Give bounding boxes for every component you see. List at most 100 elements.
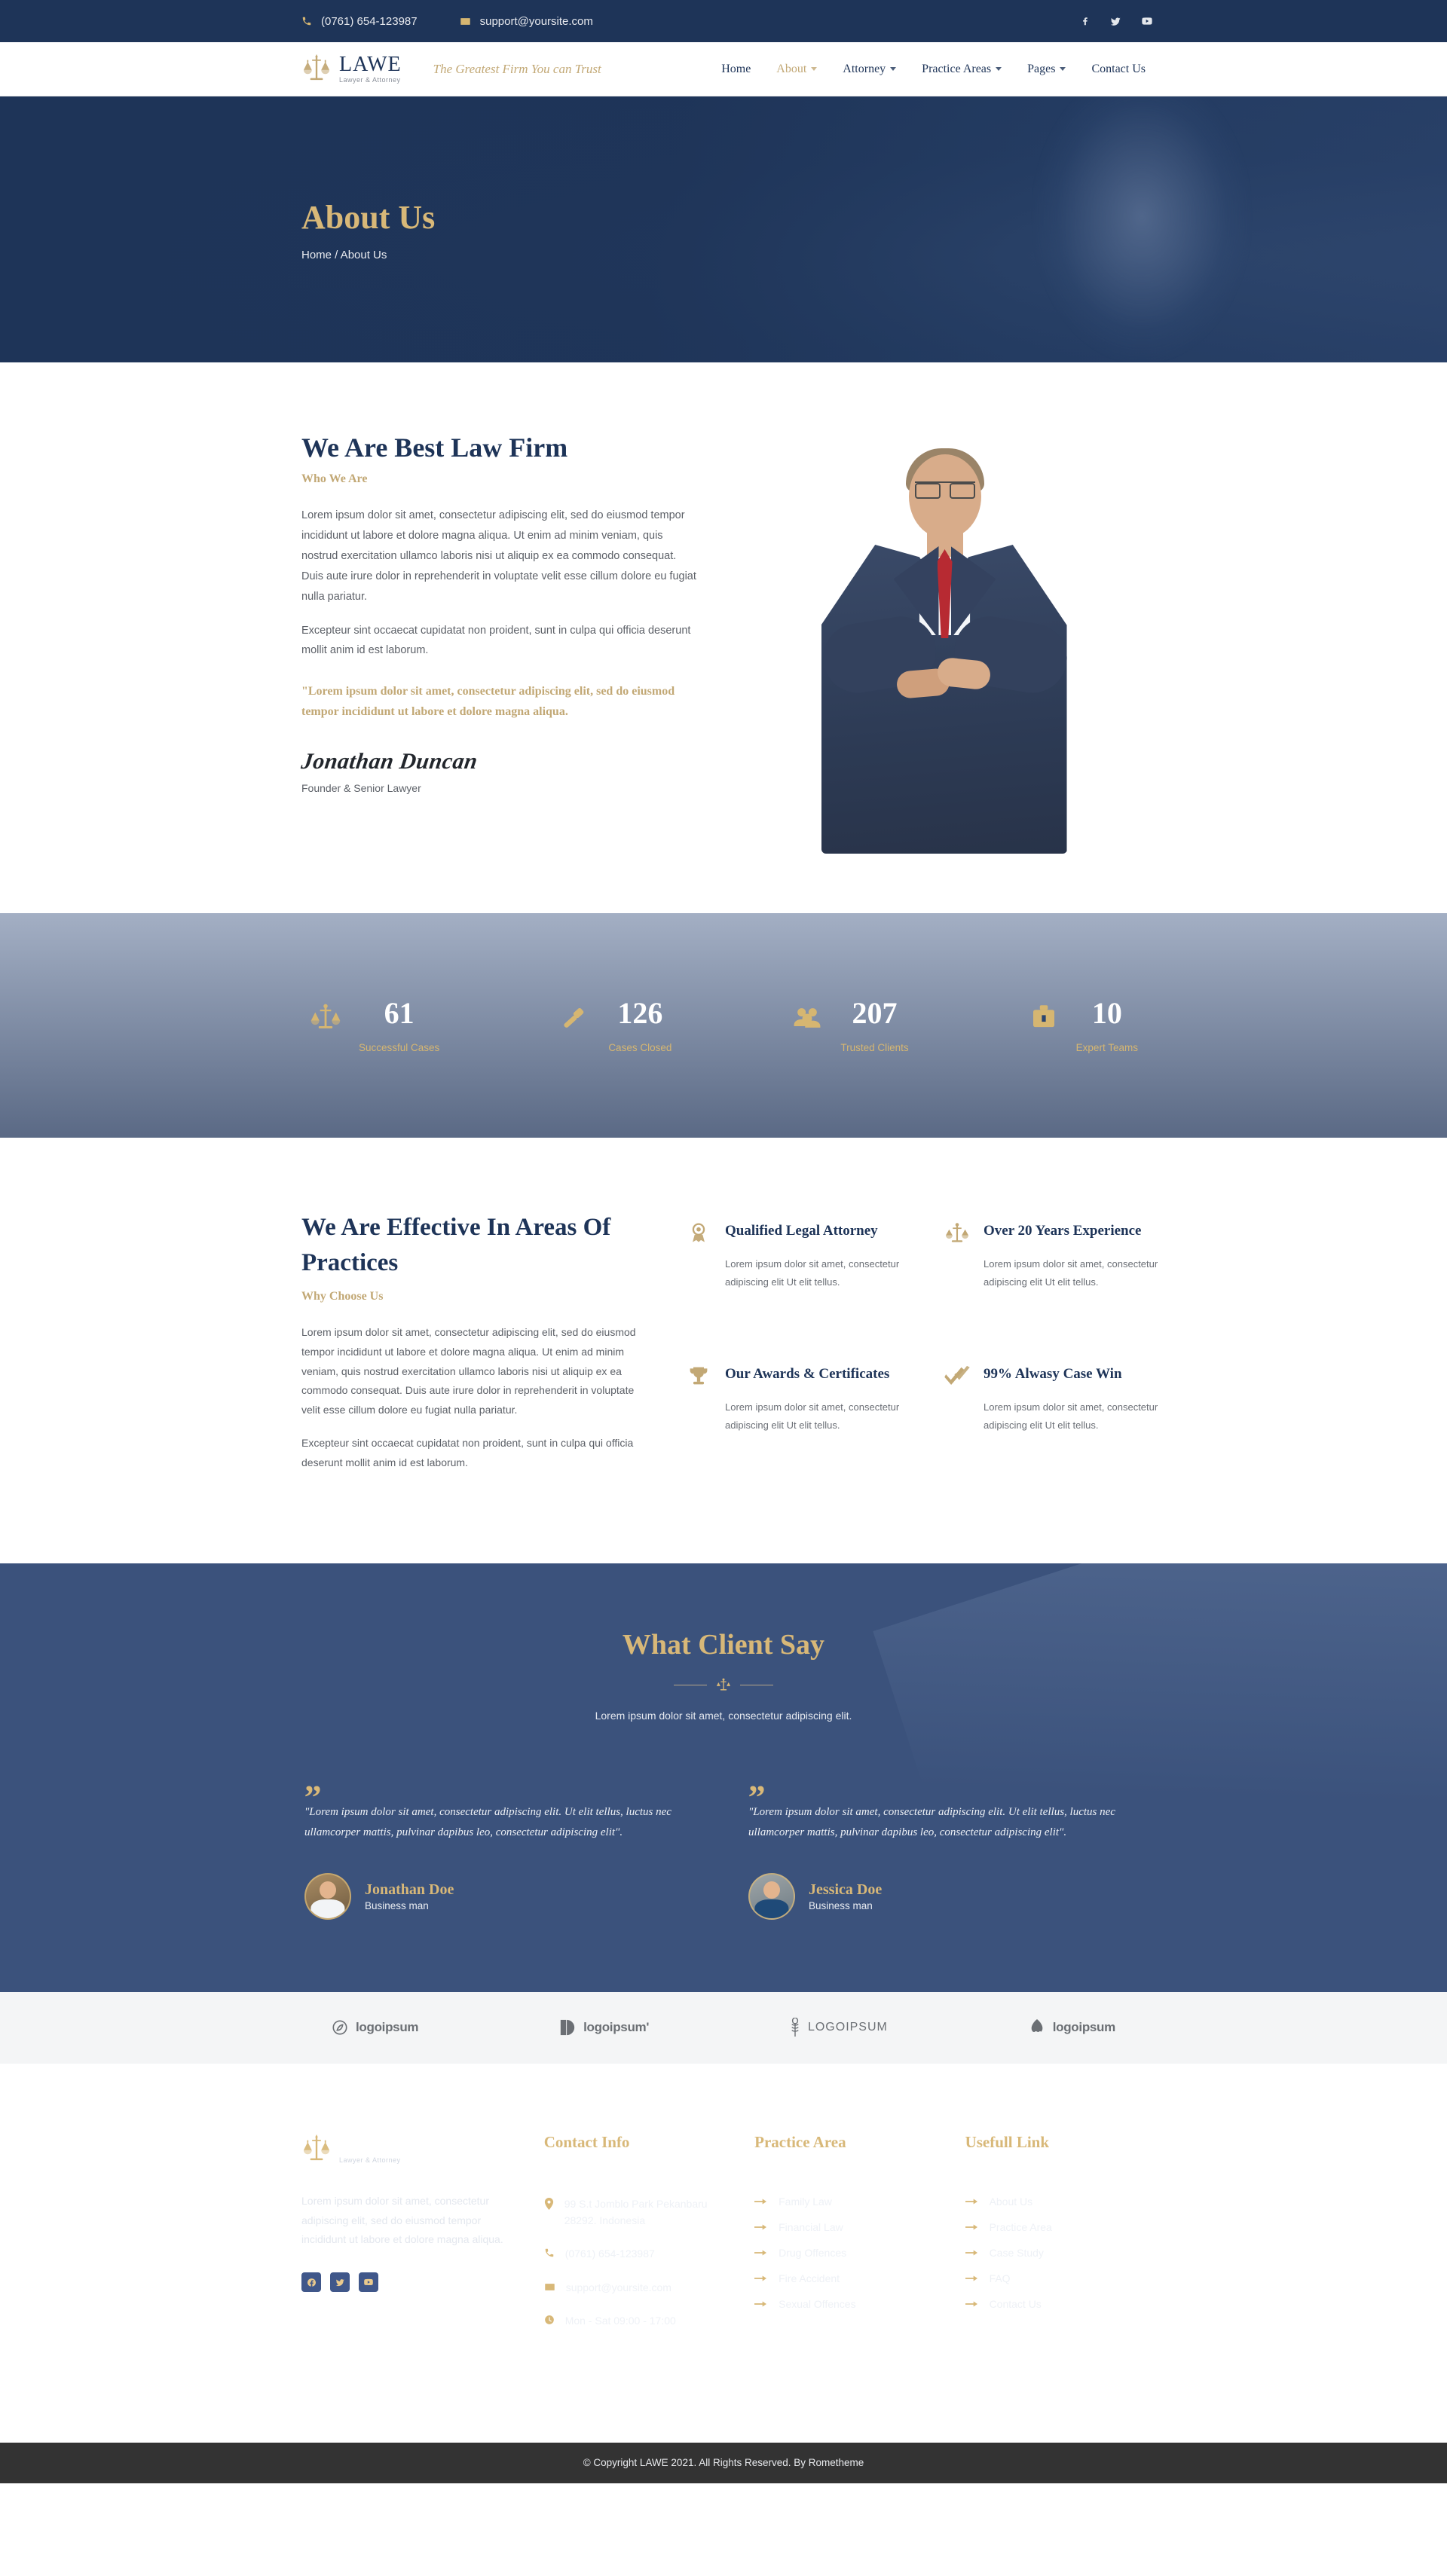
footer-useful-link-column: Usefull Link About Us Practice Area Case…	[965, 2133, 1146, 2330]
client-logo-label: logoipsum	[1052, 2020, 1116, 2035]
youtube-icon	[1142, 17, 1152, 25]
site-logo[interactable]: LAWE Lawyer & Attorney	[301, 53, 402, 86]
nav-label: About	[776, 62, 807, 75]
arrow-right-icon	[754, 2224, 767, 2230]
feature-qualified-legal-attorney: Qualified Legal Attorney Lorem ipsum dol…	[686, 1221, 902, 1329]
youtube-link[interactable]	[1141, 15, 1153, 27]
stat-expert-teams: 10 Expert Teams	[1028, 998, 1138, 1053]
phone-icon	[302, 17, 311, 26]
stat-cases-closed: 126 Cases Closed	[558, 998, 671, 1053]
about-heading: We Are Best Law Firm	[301, 432, 568, 463]
footer-facebook-link[interactable]	[301, 2272, 321, 2293]
client-logo-label: logoipsum	[356, 2020, 419, 2035]
footer-useful-link-about-us[interactable]: About Us	[965, 2196, 1146, 2208]
testimonial-quote: "Lorem ipsum dolor sit amet, consectetur…	[748, 1806, 1115, 1838]
footer-logo[interactable]: LAWE Lawyer & Attorney	[301, 2133, 514, 2166]
link-label: Contact Us	[989, 2297, 1042, 2310]
split-circle-icon	[560, 2020, 575, 2036]
about-pullquote: "Lorem ipsum dolor sit amet, consectetur…	[301, 685, 675, 718]
link-label: About Us	[989, 2195, 1033, 2208]
feature-text: Lorem ipsum dolor sit amet, consectetur …	[725, 1257, 900, 1288]
footer-practice-link-fire-accident[interactable]: Fire Accident	[754, 2272, 935, 2284]
nav-item-about[interactable]: About	[776, 62, 818, 76]
arrow-right-icon	[965, 2199, 977, 2205]
scales-logo-icon	[301, 53, 332, 86]
clock-icon	[544, 2315, 554, 2325]
testimonial-name: Jonathan Doe	[365, 1881, 454, 1898]
link-label: Case Study	[989, 2246, 1044, 2259]
scales-icon	[946, 1223, 968, 1242]
topbar-phone[interactable]: (0761) 654-123987	[301, 15, 418, 28]
twitter-icon	[1110, 17, 1121, 26]
footer-useful-title: Usefull Link	[965, 2132, 1050, 2151]
footer-useful-link-contact-us[interactable]: Contact Us	[965, 2298, 1146, 2310]
arrow-right-icon	[754, 2301, 767, 2307]
nav-item-pages[interactable]: Pages	[1027, 63, 1066, 76]
footer-practice-link-financial-law[interactable]: Financial Law	[754, 2221, 935, 2233]
footer-practice-link-sexual-offences[interactable]: Sexual Offences	[754, 2298, 935, 2310]
copyright-text: © Copyright LAWE 2021. All Rights Reserv…	[583, 2457, 864, 2469]
nav-label: Contact Us	[1091, 62, 1146, 75]
footer-practice-link-drug-offences[interactable]: Drug Offences	[754, 2247, 935, 2259]
footer-brand-column: LAWE Lawyer & Attorney Lorem ipsum dolor…	[301, 2133, 514, 2330]
effective-paragraph-1: Lorem ipsum dolor sit amet, consectetur …	[301, 1325, 636, 1416]
footer-phone-text: (0761) 654-123987	[564, 2248, 655, 2260]
nav-label: Practice Areas	[922, 62, 992, 75]
footer-email-text: support@yoursite.com	[565, 2281, 671, 2293]
client-logo-4: logoipsum	[1029, 2018, 1115, 2037]
footer-useful-link-case-study[interactable]: Case Study	[965, 2247, 1146, 2259]
users-icon	[794, 1007, 821, 1028]
feature-title: Our Awards & Certificates	[725, 1366, 890, 1383]
facebook-icon	[307, 2278, 316, 2287]
facebook-link[interactable]	[1080, 16, 1091, 26]
arrow-right-icon	[754, 2250, 767, 2256]
footer-practice-area-column: Practice Area Family Law Financial Law D…	[754, 2133, 935, 2330]
avatar	[304, 1872, 351, 1920]
footer-contact-column: Contact Info 99 S.t Jomblo Park Pekanbar…	[543, 2132, 724, 2330]
chevron-down-icon	[1060, 67, 1066, 71]
footer-practice-link-family-law[interactable]: Family Law	[754, 2196, 935, 2208]
envelope-icon	[460, 17, 470, 25]
footer-practice-title: Practice Area	[754, 2132, 846, 2151]
feature-text: Lorem ipsum dolor sit amet, consectetur …	[984, 1257, 1158, 1288]
nav-item-home[interactable]: Home	[721, 63, 751, 76]
nav-label: Home	[721, 62, 751, 75]
twitter-link[interactable]	[1110, 16, 1121, 27]
footer-address: 99 S.t Jomblo Park Pekanbaru 28292. Indo…	[544, 2196, 724, 2229]
envelope-icon	[544, 2283, 555, 2290]
quote-icon: „	[304, 1759, 322, 1798]
top-bar-contacts: (0761) 654-123987 support@yoursite.com	[301, 15, 593, 28]
testimonial-role: Business man	[809, 1899, 873, 1911]
feature-our-awards-certificates: Our Awards & Certificates Lorem ipsum do…	[686, 1364, 902, 1472]
footer-youtube-link[interactable]	[359, 2272, 378, 2293]
stat-label: Trusted Clients	[840, 1041, 909, 1053]
nav-item-practice-areas[interactable]: Practice Areas	[922, 63, 1002, 76]
top-bar: (0761) 654-123987 support@yoursite.com	[0, 0, 1447, 42]
stat-value: 10	[1091, 995, 1122, 1030]
nav-item-attorney[interactable]: Attorney	[843, 63, 897, 76]
effective-heading: We Are Effective In Areas Of Practices	[301, 1214, 611, 1276]
testimonial-card: „ "Lorem ipsum dolor sit amet, consectet…	[748, 1762, 1143, 1920]
nav-item-contact-us[interactable]: Contact Us	[1091, 63, 1146, 76]
topbar-email[interactable]: support@yoursite.com	[460, 15, 593, 28]
arrow-right-icon	[965, 2250, 977, 2256]
copyright-bar: © Copyright LAWE 2021. All Rights Reserv…	[0, 2442, 1447, 2483]
footer-brand-name: LAWE	[339, 2133, 402, 2157]
youtube-icon	[364, 2279, 373, 2286]
badge-icon	[692, 1223, 705, 1242]
trophy-icon	[690, 1367, 708, 1385]
scales-logo-icon	[301, 2133, 332, 2166]
footer-twitter-link[interactable]	[330, 2272, 350, 2293]
client-logo-3: LOGOIPSUM	[790, 2018, 888, 2037]
footer-useful-link-faq[interactable]: FAQ	[965, 2272, 1146, 2284]
link-label: Financial Law	[779, 2220, 843, 2233]
briefcase-icon	[1032, 1004, 1054, 1027]
leaf-circle-icon	[332, 2020, 347, 2035]
justice-statue-decoration	[1032, 96, 1251, 362]
link-label: FAQ	[989, 2272, 1011, 2284]
footer-contact-title: Contact Info	[543, 2132, 630, 2151]
testimonial-name: Jessica Doe	[809, 1881, 883, 1898]
footer-address-text: 99 S.t Jomblo Park Pekanbaru 28292. Indo…	[564, 2197, 708, 2227]
footer-useful-link-practice-area[interactable]: Practice Area	[965, 2221, 1146, 2233]
footer-email: support@yoursite.com	[544, 2279, 724, 2296]
